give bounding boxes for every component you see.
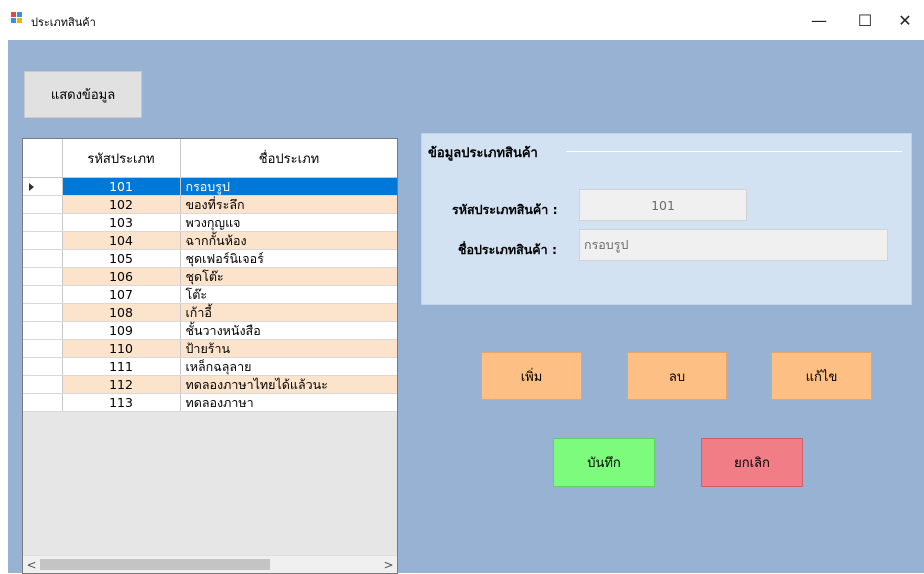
show-data-button[interactable]: แสดงข้อมูล bbox=[24, 71, 142, 118]
cell-category-name[interactable]: ชั้นวางหนังสือ bbox=[180, 321, 397, 340]
cell-category-id[interactable]: 112 bbox=[62, 375, 181, 394]
grid-header-row: รหัสประเภท ชื่อประเภท bbox=[23, 139, 397, 178]
app-icon bbox=[11, 12, 23, 24]
edit-button[interactable]: แก้ไข bbox=[771, 352, 872, 400]
table-row[interactable]: 113 ทดลองภาษา bbox=[23, 393, 397, 412]
row-header[interactable] bbox=[23, 375, 63, 394]
row-header[interactable] bbox=[23, 339, 63, 358]
category-details-group: ข้อมูลประเภทสินค้า รหัสประเภทสินค้า : 10… bbox=[421, 133, 912, 305]
maximize-button[interactable]: ☐ bbox=[842, 0, 888, 40]
cell-category-id[interactable]: 101 bbox=[62, 177, 181, 196]
table-row[interactable]: 104 ฉากกั้นห้อง bbox=[23, 231, 397, 250]
row-header[interactable] bbox=[23, 393, 63, 412]
category-grid[interactable]: รหัสประเภท ชื่อประเภท 101 กรอบรูป 102 ของที… bbox=[22, 138, 398, 574]
maximize-icon: ☐ bbox=[857, 10, 873, 30]
row-header[interactable] bbox=[23, 249, 63, 268]
row-header[interactable] bbox=[23, 195, 63, 214]
cell-category-name[interactable]: พวงกุญแจ bbox=[180, 213, 397, 232]
table-row[interactable]: 105 ชุดเฟอร์นิเจอร์ bbox=[23, 249, 397, 268]
cell-category-id[interactable]: 103 bbox=[62, 213, 181, 232]
cell-category-name[interactable]: ฉากกั้นห้อง bbox=[180, 231, 397, 250]
minimize-icon: — bbox=[811, 10, 827, 30]
table-row[interactable]: 109 ชั้นวางหนังสือ bbox=[23, 321, 397, 340]
cell-category-id[interactable]: 107 bbox=[62, 285, 181, 304]
category-code-label: รหัสประเภทสินค้า : bbox=[452, 202, 558, 217]
row-header[interactable] bbox=[23, 231, 63, 250]
cell-category-id[interactable]: 105 bbox=[62, 249, 181, 268]
table-row[interactable]: 107 โต๊ะ bbox=[23, 285, 397, 304]
cell-category-id[interactable]: 113 bbox=[62, 393, 181, 412]
table-row[interactable]: 102 ของที่ระลึก bbox=[23, 195, 397, 214]
table-row[interactable]: 101 กรอบรูป bbox=[23, 177, 397, 196]
cell-category-id[interactable]: 106 bbox=[62, 267, 181, 286]
close-button[interactable]: ✕ bbox=[886, 0, 924, 40]
add-button[interactable]: เพิ่ม bbox=[481, 352, 582, 400]
cancel-button[interactable]: ยกเลิก bbox=[701, 438, 803, 487]
cell-category-name[interactable]: โต๊ะ bbox=[180, 285, 397, 304]
cell-category-name[interactable]: ของที่ระลึก bbox=[180, 195, 397, 214]
cell-category-name[interactable]: ชุดโต๊ะ bbox=[180, 267, 397, 286]
table-row[interactable]: 103 พวงกุญแจ bbox=[23, 213, 397, 232]
row-header[interactable] bbox=[23, 357, 63, 376]
horizontal-scrollbar[interactable]: < > bbox=[23, 555, 397, 573]
form-client-area: แสดงข้อมูล รหัสประเภท ชื่อประเภท 101 กรอบ… bbox=[8, 40, 924, 574]
column-header-name[interactable]: ชื่อประเภท bbox=[180, 139, 397, 178]
cell-category-id[interactable]: 111 bbox=[62, 357, 181, 376]
group-title: ข้อมูลประเภทสินค้า bbox=[428, 146, 538, 161]
category-name-label: ชื่อประเภทสินค้า : bbox=[458, 242, 558, 257]
table-row[interactable]: 106 ชุดโต๊ะ bbox=[23, 267, 397, 286]
current-row-icon bbox=[29, 182, 34, 191]
row-header[interactable] bbox=[23, 321, 63, 340]
cell-category-name[interactable]: เก้าอี้ bbox=[180, 303, 397, 322]
title-bar: ประเภทสินค้า — ☐ ✕ bbox=[0, 0, 924, 40]
row-header[interactable] bbox=[23, 267, 63, 286]
scrollbar-thumb[interactable] bbox=[40, 559, 270, 570]
group-border-line bbox=[566, 151, 902, 152]
cell-category-id[interactable]: 104 bbox=[62, 231, 181, 250]
cell-category-id[interactable]: 108 bbox=[62, 303, 181, 322]
table-row[interactable]: 108 เก้าอี้ bbox=[23, 303, 397, 322]
cell-category-id[interactable]: 109 bbox=[62, 321, 181, 340]
cell-category-id[interactable]: 102 bbox=[62, 195, 181, 214]
cell-category-name[interactable]: ป้ายร้าน bbox=[180, 339, 397, 358]
row-header[interactable] bbox=[23, 303, 63, 322]
category-name-field[interactable]: กรอบรูป bbox=[579, 229, 888, 261]
table-row[interactable]: 112 ทดลองภาษาไทยได้แล้วนะ bbox=[23, 375, 397, 394]
grid-corner-header bbox=[23, 139, 63, 178]
table-row[interactable]: 111 เหล็กฉลุลาย bbox=[23, 357, 397, 376]
cell-category-name[interactable]: ชุดเฟอร์นิเจอร์ bbox=[180, 249, 397, 268]
save-button[interactable]: บันทึก bbox=[553, 438, 655, 487]
window-title: ประเภทสินค้า bbox=[31, 16, 96, 29]
cell-category-name[interactable]: กรอบรูป bbox=[180, 177, 397, 196]
scroll-left-icon[interactable]: < bbox=[23, 556, 40, 573]
cell-category-id[interactable]: 110 bbox=[62, 339, 181, 358]
minimize-button[interactable]: — bbox=[796, 0, 842, 40]
scroll-right-icon[interactable]: > bbox=[380, 556, 397, 573]
cell-category-name[interactable]: ทดลองภาษาไทยได้แล้วนะ bbox=[180, 375, 397, 394]
row-header[interactable] bbox=[23, 177, 63, 196]
table-row[interactable]: 110 ป้ายร้าน bbox=[23, 339, 397, 358]
close-icon: ✕ bbox=[898, 10, 912, 30]
delete-button[interactable]: ลบ bbox=[627, 352, 727, 400]
row-header[interactable] bbox=[23, 285, 63, 304]
cell-category-name[interactable]: เหล็กฉลุลาย bbox=[180, 357, 397, 376]
cell-category-name[interactable]: ทดลองภาษา bbox=[180, 393, 397, 412]
column-header-id[interactable]: รหัสประเภท bbox=[62, 139, 181, 178]
category-code-field[interactable]: 101 bbox=[579, 189, 747, 221]
row-header[interactable] bbox=[23, 213, 63, 232]
